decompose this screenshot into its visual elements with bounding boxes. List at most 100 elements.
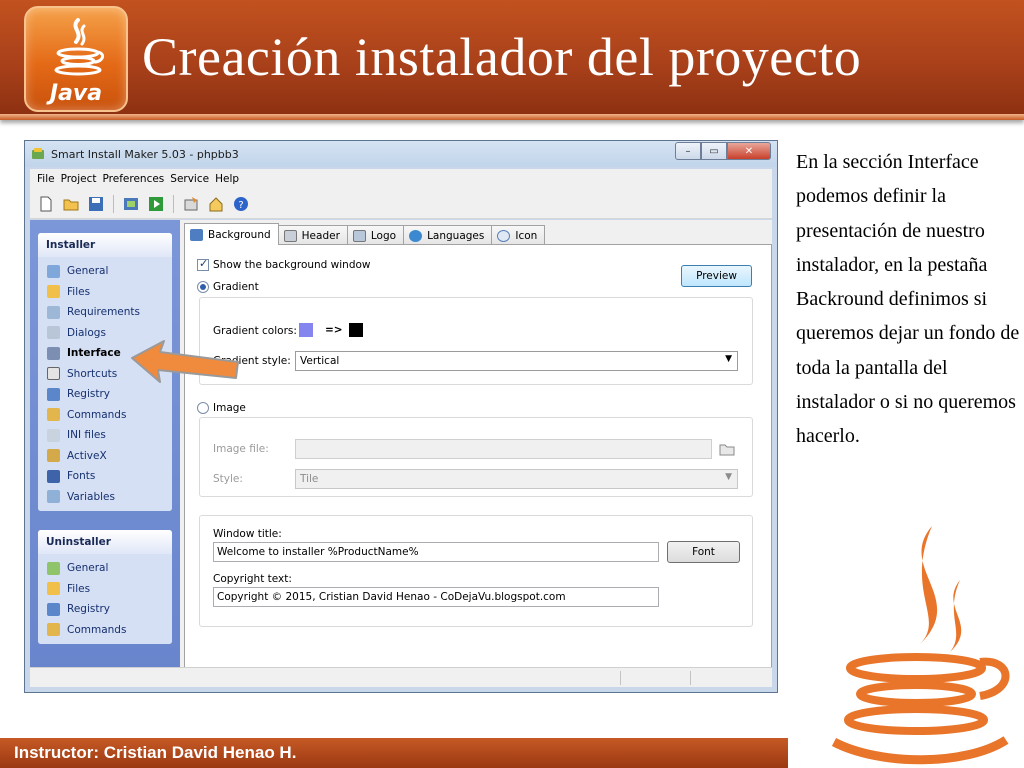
close-button[interactable]: ✕ bbox=[727, 142, 771, 160]
help-icon[interactable]: ? bbox=[233, 196, 249, 212]
tab-header[interactable]: Header bbox=[277, 225, 348, 245]
variables-icon bbox=[47, 490, 60, 504]
nav-item-label: Fonts bbox=[67, 470, 96, 483]
dialogs-icon bbox=[47, 326, 60, 340]
tab-label: Icon bbox=[515, 229, 538, 242]
chevron-down-icon: ▼ bbox=[725, 472, 732, 482]
window-title: Smart Install Maker 5.03 - phpbb3 bbox=[51, 148, 239, 161]
background-icon bbox=[190, 228, 203, 241]
files-icon bbox=[47, 582, 60, 596]
nav-item-general[interactable]: General bbox=[38, 261, 172, 282]
menu-preferences[interactable]: Preferences bbox=[103, 173, 165, 185]
nav-item-uninstall-general[interactable]: General bbox=[38, 558, 172, 579]
window-text-group bbox=[199, 515, 753, 627]
slide-title: Creación instalador del proyecto bbox=[142, 27, 862, 87]
nav-item-uninstall-commands[interactable]: Commands bbox=[38, 620, 172, 641]
options-icon[interactable] bbox=[183, 196, 199, 212]
image-file-label: Image file: bbox=[213, 443, 269, 455]
tab-logo[interactable]: Logo bbox=[346, 225, 405, 245]
nav-item-uninstall-registry[interactable]: Registry bbox=[38, 599, 172, 620]
content-area: Background Header Logo Languages Icon Sh… bbox=[184, 220, 772, 682]
nav-item-label: Variables bbox=[67, 490, 115, 503]
navigation-panel: Installer General Files Requirements Dia… bbox=[30, 220, 180, 681]
gradient-color-from[interactable] bbox=[299, 323, 313, 337]
run-icon[interactable] bbox=[148, 196, 164, 212]
status-divider bbox=[690, 671, 691, 685]
title-bar[interactable]: Smart Install Maker 5.03 - phpbb3 – ▭ ✕ bbox=[25, 141, 777, 167]
status-bar bbox=[30, 667, 772, 687]
svg-text:?: ? bbox=[238, 200, 243, 211]
style-value: Tile bbox=[300, 473, 319, 485]
nav-item-label: Commands bbox=[67, 623, 127, 636]
highlight-arrow-icon bbox=[131, 340, 239, 383]
copyright-label: Copyright text: bbox=[213, 573, 292, 585]
nav-item-label: Dialogs bbox=[67, 326, 106, 339]
tab-label: Header bbox=[301, 229, 340, 242]
gradient-style-select[interactable]: Vertical ▼ bbox=[295, 351, 738, 371]
general-icon bbox=[47, 561, 60, 575]
nav-item-label: Registry bbox=[67, 603, 110, 616]
header-icon bbox=[283, 229, 297, 242]
status-divider bbox=[620, 671, 621, 685]
tab-background[interactable]: Background bbox=[184, 223, 279, 245]
nav-item-registry[interactable]: Registry bbox=[38, 384, 172, 405]
uninstaller-group-header[interactable]: Uninstaller bbox=[38, 530, 172, 554]
window-controls: – ▭ ✕ bbox=[675, 142, 771, 160]
browse-folder-icon[interactable] bbox=[719, 442, 735, 456]
copyright-input[interactable]: Copyright © 2015, Cristian David Henao -… bbox=[213, 587, 659, 607]
tab-label: Logo bbox=[370, 229, 397, 242]
new-file-icon[interactable] bbox=[38, 196, 54, 212]
uninstaller-group: Uninstaller General Files Registry Comma… bbox=[38, 530, 172, 644]
save-icon[interactable] bbox=[88, 196, 104, 212]
tab-icon[interactable]: Icon bbox=[491, 225, 546, 245]
slide-header: Java Creación instalador del proyecto bbox=[0, 0, 1024, 120]
gradient-arrow: => bbox=[325, 324, 343, 336]
gradient-radio[interactable] bbox=[197, 281, 209, 293]
window-title-input[interactable]: Welcome to installer %ProductName% bbox=[213, 542, 659, 562]
style-select[interactable]: Tile ▼ bbox=[295, 469, 738, 489]
nav-item-files[interactable]: Files bbox=[38, 282, 172, 303]
menu-service[interactable]: Service bbox=[170, 173, 209, 185]
gradient-color-to[interactable] bbox=[349, 323, 363, 337]
nav-item-label: General bbox=[67, 265, 109, 278]
wizard-icon[interactable] bbox=[208, 196, 224, 212]
gradient-label: Gradient bbox=[213, 281, 259, 293]
tab-label: Background bbox=[208, 228, 271, 241]
build-icon[interactable] bbox=[123, 196, 139, 212]
toolbar-separator bbox=[113, 194, 114, 213]
nav-item-commands[interactable]: Commands bbox=[38, 405, 172, 426]
nav-item-ini-files[interactable]: INI files bbox=[38, 425, 172, 446]
nav-item-variables[interactable]: Variables bbox=[38, 487, 172, 508]
nav-item-uninstall-files[interactable]: Files bbox=[38, 579, 172, 600]
gradient-colors-label: Gradient colors: bbox=[213, 325, 297, 337]
open-folder-icon[interactable] bbox=[63, 196, 79, 212]
nav-item-requirements[interactable]: Requirements bbox=[38, 302, 172, 323]
image-file-input[interactable] bbox=[295, 439, 712, 459]
tab-languages[interactable]: Languages bbox=[403, 225, 493, 245]
maximize-button[interactable]: ▭ bbox=[701, 142, 727, 160]
logo-icon bbox=[352, 229, 366, 242]
menu-project[interactable]: Project bbox=[61, 173, 97, 185]
coffee-cup-icon bbox=[54, 18, 104, 76]
menu-file[interactable]: File bbox=[37, 173, 55, 185]
installer-group-body: General Files Requirements Dialogs Inter… bbox=[38, 257, 172, 511]
nav-item-label: General bbox=[67, 562, 109, 575]
preview-button[interactable]: Preview bbox=[681, 265, 752, 287]
menu-help[interactable]: Help bbox=[215, 173, 239, 185]
activex-icon bbox=[47, 449, 60, 463]
minimize-button[interactable]: – bbox=[675, 142, 701, 160]
nav-item-label: Requirements bbox=[67, 306, 140, 319]
requirements-icon bbox=[47, 305, 60, 319]
app-icon bbox=[32, 148, 44, 159]
nav-item-activex[interactable]: ActiveX bbox=[38, 446, 172, 467]
nav-item-label: Shortcuts bbox=[67, 367, 118, 380]
nav-item-label: ActiveX bbox=[67, 449, 107, 462]
tab-strip: Background Header Logo Languages Icon bbox=[184, 223, 546, 245]
font-button[interactable]: Font bbox=[667, 541, 740, 563]
tab-label: Languages bbox=[427, 229, 485, 242]
show-background-checkbox[interactable] bbox=[197, 257, 209, 271]
nav-item-label: INI files bbox=[67, 429, 106, 442]
nav-item-fonts[interactable]: Fonts bbox=[38, 466, 172, 487]
installer-group-header[interactable]: Installer bbox=[38, 233, 172, 257]
image-radio[interactable] bbox=[197, 402, 209, 414]
